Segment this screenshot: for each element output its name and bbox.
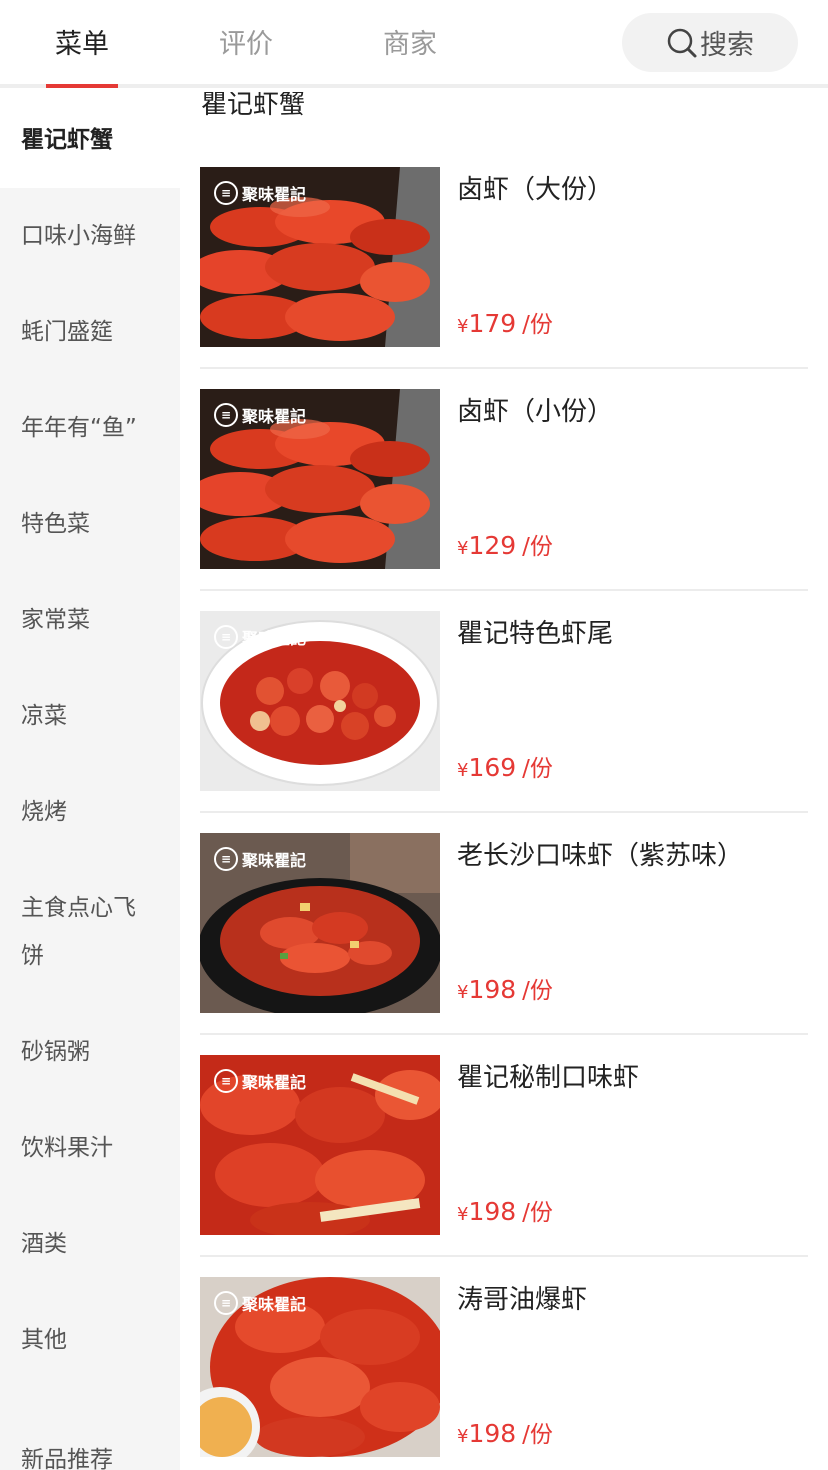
sidebar-item-fish[interactable]: 年年有“鱼”	[0, 380, 180, 476]
item-name: 瞿记特色虾尾	[457, 619, 614, 649]
menu-list: 瞿记虾蟹 ≡ 聚味瞿記 卤虾（大份） ¥179/份 ≡ 聚味瞿記 卤虾（小份） …	[180, 92, 828, 1470]
brand-logo: ≡ 聚味瞿記	[214, 625, 306, 649]
sidebar-item-seafood[interactable]: 口味小海鲜	[0, 188, 180, 284]
top-tab-bar: 菜单 评价 商家 搜索	[0, 0, 828, 88]
divider	[200, 589, 808, 591]
item-name: 卤虾（小份）	[457, 397, 614, 427]
item-name: 涛哥油爆虾	[457, 1285, 588, 1315]
crawfish-closeup-photo: ≡ 聚味瞿記	[200, 1055, 440, 1235]
sidebar-item-new[interactable]: 新品推荐	[0, 1412, 180, 1470]
item-price: ¥198/份	[457, 1197, 553, 1226]
divider	[200, 1255, 808, 1257]
menu-item[interactable]: ≡ 聚味瞿記 瞿记特色虾尾 ¥169/份	[200, 611, 808, 833]
sidebar-item-bbq[interactable]: 烧烤	[0, 764, 180, 860]
divider	[200, 811, 808, 813]
sidebar-item-drinks[interactable]: 饮料果汁	[0, 1100, 180, 1196]
tab-review[interactable]: 评价	[219, 22, 273, 61]
brand-logo: ≡ 聚味瞿記	[214, 847, 306, 871]
item-name: 瞿记秘制口味虾	[457, 1063, 640, 1093]
menu-item[interactable]: ≡ 聚味瞿記 瞿记秘制口味虾 ¥198/份	[200, 1055, 808, 1277]
active-tab-indicator	[46, 84, 118, 88]
divider	[200, 367, 808, 369]
sidebar-item-homestyle[interactable]: 家常菜	[0, 572, 180, 668]
search-button[interactable]: 搜索	[622, 13, 798, 72]
brand-logo: ≡ 聚味瞿記	[214, 181, 306, 205]
item-price: ¥169/份	[457, 753, 553, 782]
menu-item[interactable]: ≡ 聚味瞿記 涛哥油爆虾 ¥198/份	[200, 1277, 808, 1470]
tab-menu[interactable]: 菜单	[55, 22, 109, 61]
item-price: ¥129/份	[457, 531, 553, 560]
crawfish-tray-photo: ≡ 聚味瞿記	[200, 167, 440, 347]
item-price: ¥198/份	[457, 1419, 553, 1448]
item-name: 卤虾（大份）	[457, 175, 614, 205]
item-price: ¥198/份	[457, 975, 553, 1004]
sidebar-item-cold-dishes[interactable]: 凉菜	[0, 668, 180, 764]
crawfish-tails-plate-photo: ≡ 聚味瞿記	[200, 611, 440, 791]
brand-logo: ≡ 聚味瞿記	[214, 403, 306, 427]
menu-item[interactable]: ≡ 聚味瞿記 卤虾（小份） ¥129/份	[200, 389, 808, 611]
brand-logo: ≡ 聚味瞿記	[214, 1069, 306, 1093]
brand-logo: ≡ 聚味瞿記	[214, 1291, 306, 1315]
crawfish-tray-photo: ≡ 聚味瞿記	[200, 389, 440, 569]
sidebar-item-specialty[interactable]: 特色菜	[0, 476, 180, 572]
search-label: 搜索	[700, 30, 754, 61]
sidebar-item-alcohol[interactable]: 酒类	[0, 1196, 180, 1292]
item-price: ¥179/份	[457, 309, 553, 338]
item-name: 老长沙口味虾（紫苏味）	[457, 841, 744, 871]
search-icon	[667, 28, 697, 57]
crawfish-bowl-photo: ≡ 聚味瞿記	[200, 833, 440, 1013]
sidebar-item-oyster[interactable]: 蚝门盛筵	[0, 284, 180, 380]
tab-shop[interactable]: 商家	[383, 22, 437, 61]
sidebar-item-other[interactable]: 其他	[0, 1292, 180, 1388]
section-title: 瞿记虾蟹	[201, 92, 306, 120]
crawfish-sauce-photo: ≡ 聚味瞿記	[200, 1277, 440, 1457]
divider	[200, 1033, 808, 1035]
sidebar-item-congee[interactable]: 砂锅粥	[0, 1004, 180, 1100]
menu-item[interactable]: ≡ 聚味瞿記 卤虾（大份） ¥179/份	[200, 167, 808, 389]
category-sidebar: 瞿记虾蟹 口味小海鲜 蚝门盛筵 年年有“鱼” 特色菜 家常菜 凉菜 烧烤 主食点…	[0, 92, 180, 1470]
menu-item[interactable]: ≡ 聚味瞿記 老长沙口味虾（紫苏味） ¥198/份	[200, 833, 808, 1055]
sidebar-item-qujixiaxie[interactable]: 瞿记虾蟹	[0, 92, 180, 188]
